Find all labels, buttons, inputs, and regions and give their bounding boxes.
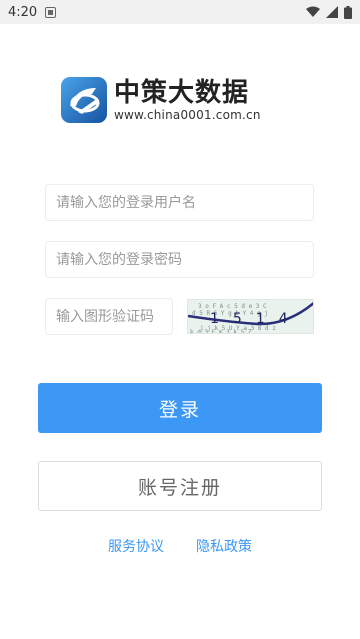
captcha-text: 1514 — [210, 311, 302, 327]
register-button[interactable]: 账号注册 — [38, 461, 322, 511]
status-time: 4:20 — [8, 4, 38, 20]
password-field[interactable] — [45, 241, 314, 278]
captcha-input[interactable] — [56, 299, 172, 334]
captcha-image[interactable]: 3 o F A c 5 d e 3 C d 5 R 6 Y g b Y 4 g … — [187, 299, 314, 334]
login-button[interactable]: 登录 — [38, 383, 322, 433]
logo-mark-icon — [61, 77, 107, 123]
footer-links: 服务协议 隐私政策 — [0, 536, 360, 556]
captcha-graphic: 3 o F A c 5 d e 3 C d 5 R 6 Y g b Y 4 g … — [188, 301, 313, 334]
notification-icon — [45, 6, 57, 18]
privacy-policy-link[interactable]: 隐私政策 — [196, 536, 252, 556]
signal-icon — [326, 6, 338, 18]
status-bar: 4:20 — [0, 0, 360, 24]
captcha-field[interactable] — [45, 298, 173, 335]
brand-logo: 中策大数据 www.china0001.com.cn — [60, 74, 300, 126]
service-agreement-link[interactable]: 服务协议 — [108, 536, 164, 556]
logo-url: www.china0001.com.cn — [114, 108, 261, 122]
svg-text:k d 3 E m 3 k 5 Z: k d 3 E m 3 k 5 Z — [190, 329, 252, 334]
svg-text:3 o F A c 5 d e 3 C: 3 o F A c 5 d e 3 C — [198, 303, 267, 310]
password-input[interactable] — [56, 242, 313, 277]
wifi-icon — [306, 6, 320, 17]
username-input[interactable] — [56, 185, 313, 220]
username-field[interactable] — [45, 184, 314, 221]
status-icons — [306, 5, 352, 19]
logo-title: 中策大数据 — [114, 78, 250, 108]
battery-icon — [344, 5, 352, 19]
